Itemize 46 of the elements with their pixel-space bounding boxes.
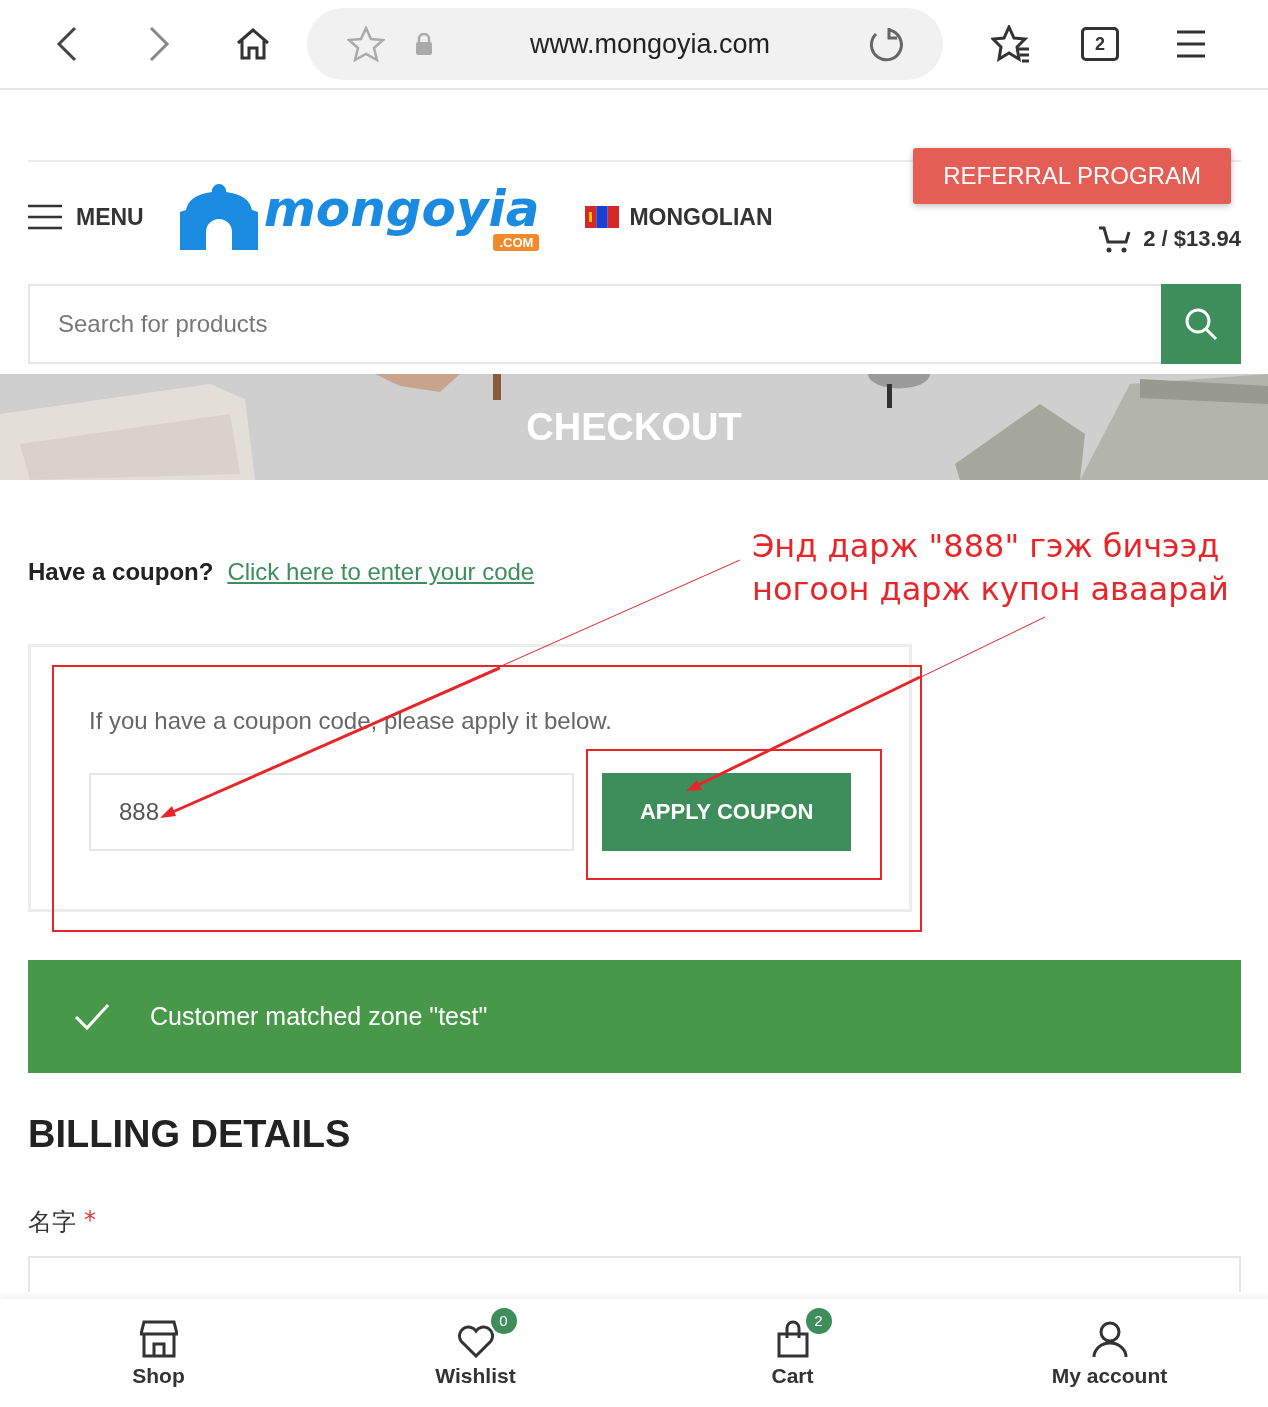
- nav-item[interactable]: Shop: [0, 1299, 317, 1407]
- search-icon: [1184, 307, 1218, 341]
- language-label[interactable]: MONGOLIAN: [629, 203, 773, 231]
- star-icon[interactable]: [347, 26, 385, 62]
- url-text: www.mongoyia.com: [528, 28, 772, 60]
- enter-code-link[interactable]: Click here to enter your code: [227, 558, 535, 586]
- count-badge: 2: [805, 1308, 832, 1334]
- tab-count-button[interactable]: 2: [1081, 27, 1119, 61]
- bookmarks-icon[interactable]: [991, 25, 1031, 63]
- nav-item[interactable]: My account: [951, 1299, 1268, 1407]
- logo-icon: [179, 182, 258, 252]
- count-badge: 0: [490, 1308, 517, 1334]
- coupon-prompt: Have a coupon?: [28, 558, 214, 586]
- billing-heading: BILLING DETAILS: [28, 1113, 352, 1156]
- checkmark-icon: [74, 1002, 110, 1031]
- lock-icon: [415, 33, 433, 55]
- heart-icon: [456, 1324, 495, 1358]
- home-icon[interactable]: [235, 26, 271, 62]
- user-icon: [1090, 1320, 1129, 1358]
- coupon-code-field[interactable]: 888: [89, 773, 575, 851]
- forward-icon[interactable]: [147, 24, 171, 64]
- cart-icon[interactable]: [1097, 224, 1132, 254]
- coupon-description: If you have a coupon code, please apply it below.: [89, 707, 614, 735]
- logo-suffix: .COM: [493, 233, 540, 251]
- reload-icon[interactable]: [867, 26, 903, 62]
- bag-icon: [775, 1320, 810, 1358]
- store-icon: [139, 1320, 178, 1358]
- menu-icon[interactable]: [1175, 29, 1207, 59]
- menu-button[interactable]: MENU: [28, 203, 144, 231]
- nav-item[interactable]: 2 Cart: [634, 1299, 951, 1407]
- annotation-text: ногоон дарж купон аваарай: [752, 569, 1229, 610]
- annotation-text: Энд дарж "888" гэж бичээд: [752, 526, 1221, 567]
- cart-summary[interactable]: 2 / $13.94: [1143, 226, 1241, 252]
- menu-icon: [28, 204, 62, 230]
- logo-text: mongoyia: [263, 183, 540, 234]
- address-bar[interactable]: www.mongoyia.com: [307, 8, 943, 80]
- search-field[interactable]: Search for products: [28, 284, 1161, 364]
- search-button[interactable]: [1161, 284, 1241, 364]
- back-icon[interactable]: [55, 24, 79, 64]
- field-label: 名字: [28, 1207, 76, 1238]
- nav-item[interactable]: 0 Wishlist: [317, 1299, 634, 1407]
- notice-text: Customer matched zone "test": [150, 1002, 488, 1031]
- flag-icon: [585, 206, 620, 228]
- name-field[interactable]: [28, 1256, 1241, 1292]
- apply-coupon-button[interactable]: APPLY COUPON: [602, 773, 851, 851]
- required-mark: *: [84, 1206, 96, 1236]
